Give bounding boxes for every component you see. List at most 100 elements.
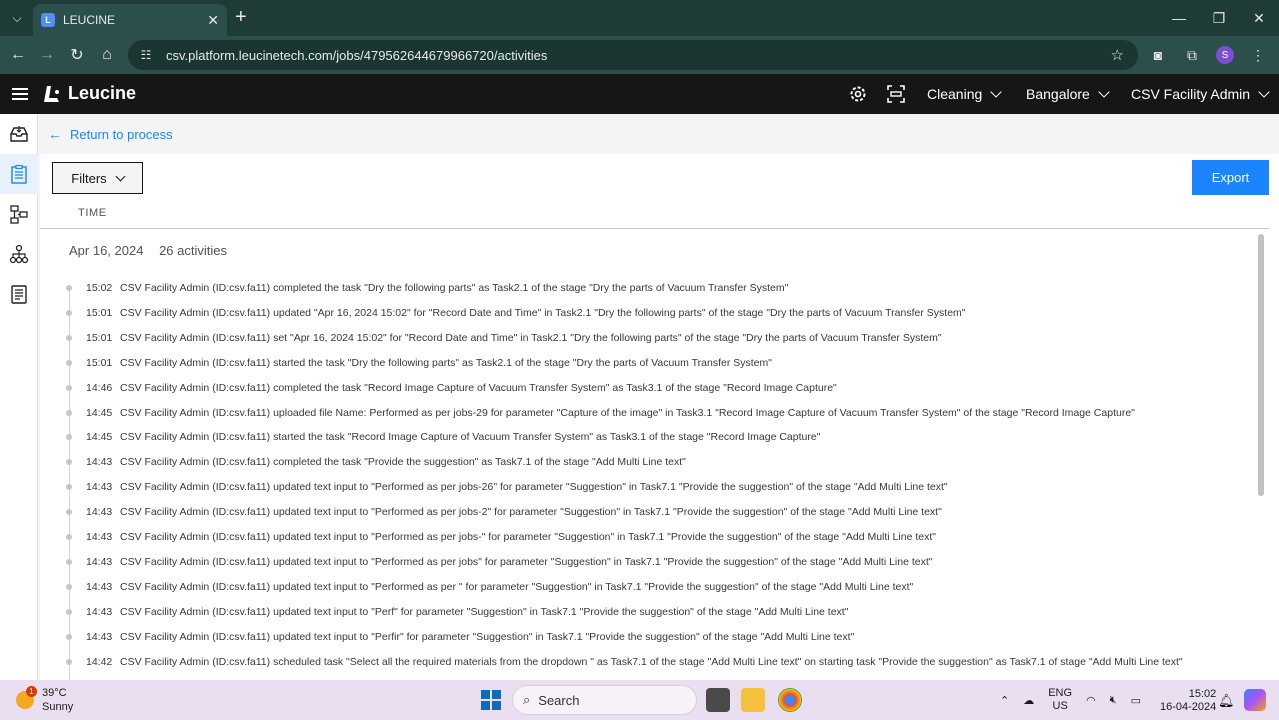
filters-button[interactable]: Filters	[52, 162, 143, 194]
activity-count: 26 activities	[159, 243, 227, 258]
timeline-dot	[66, 434, 72, 441]
timeline-dot	[66, 509, 72, 516]
chevron-down-icon	[1258, 86, 1270, 98]
home-icon[interactable]: ⌂	[97, 45, 117, 65]
system-tray: ⌃ ☁ ENG US ◠ 🔇︎ ▭	[1000, 686, 1141, 714]
timeline-dot	[66, 309, 72, 316]
minimize-icon[interactable]: —	[1159, 0, 1199, 36]
activity-row: 14:43 CSV Facility Admin (ID:csv.fa11) co…	[66, 452, 686, 472]
browser-toolbar: ← → ↻ ⌂ ☷ csv.platform.leucinetech.com/j…	[0, 36, 1279, 74]
task-view-app-icon[interactable]	[706, 688, 730, 712]
timeline-dot	[66, 633, 72, 640]
activity-text: CSV Facility Admin (ID:csv.fa11) complet…	[120, 381, 837, 394]
forward-arrow-icon[interactable]: →	[37, 45, 57, 65]
brand-logo[interactable]: Leucine	[42, 83, 136, 104]
activity-text: CSV Facility Admin (ID:csv.fa11) updated…	[120, 580, 914, 593]
scrollbar-thumb[interactable]	[1258, 234, 1264, 496]
chrome-app-icon[interactable]	[778, 688, 802, 712]
clock-date: 16-04-2024	[1160, 701, 1217, 713]
browser-tab-strip: ⌵ L LEUCINE ✕ + — ❐ ✕	[0, 0, 1279, 36]
activity-time: 14:43	[86, 481, 113, 494]
hamburger-menu-icon[interactable]	[12, 85, 28, 103]
user-menu[interactable]: CSV Facility Admin	[1131, 86, 1270, 102]
nav-inbox[interactable]	[0, 114, 38, 154]
restore-icon[interactable]: ❐	[1199, 0, 1239, 36]
wifi-icon[interactable]: ◠	[1086, 694, 1096, 707]
main-content: ← Return to process Filters Export TIME …	[38, 114, 1279, 680]
chevron-down-icon	[115, 171, 126, 181]
timeline-dot	[66, 459, 72, 466]
timeline-dot	[66, 484, 72, 491]
camera-icon[interactable]: ◙	[1148, 45, 1168, 65]
nav-processes[interactable]	[0, 194, 38, 234]
export-button[interactable]: Export	[1192, 160, 1269, 195]
facility-select[interactable]: Bangalore	[1026, 86, 1110, 102]
taskbar-clock[interactable]: 15:02 16-04-2024	[1160, 688, 1216, 714]
filters-label: Filters	[71, 170, 107, 186]
taskbar: 1 39°C Sunny ⌕ Search ⌃ ☁ ENG US ◠ 🔇︎ ▭ …	[0, 680, 1279, 720]
sun-icon: 1	[16, 686, 37, 709]
windows-start-icon[interactable]	[481, 690, 501, 710]
return-label: Return to process	[70, 126, 173, 142]
close-tab-icon[interactable]: ✕	[207, 12, 219, 29]
group-date: Apr 16, 2024	[69, 243, 144, 258]
new-tab-icon[interactable]: +	[235, 7, 247, 27]
tab-search-chevron-icon[interactable]: ⌵	[6, 8, 28, 28]
more-menu-icon[interactable]: ⋮	[1248, 45, 1268, 65]
activity-time: 15:01	[86, 306, 113, 319]
onedrive-cloud-icon[interactable]: ☁	[1023, 694, 1034, 707]
return-to-process-link[interactable]: ← Return to process	[48, 126, 173, 142]
copilot-icon[interactable]	[1244, 689, 1266, 711]
app-header: Leucine Cleaning Bangalore CSV Facility …	[0, 74, 1279, 114]
activity-time: 14:43	[86, 506, 113, 519]
activity-text: CSV Facility Admin (ID:csv.fa11) updated…	[120, 630, 855, 643]
activity-text: CSV Facility Admin (ID:csv.fa11) complet…	[120, 456, 686, 469]
activity-row: 15:01 CSV Facility Admin (ID:csv.fa11) st…	[66, 353, 772, 373]
volume-muted-icon[interactable]: 🔇︎	[1110, 694, 1117, 707]
window-close-icon[interactable]: ✕	[1239, 0, 1279, 36]
timeline-dot	[66, 583, 72, 590]
clock-time: 15:02	[1188, 688, 1217, 700]
nav-jobs[interactable]	[0, 154, 38, 194]
activity-text: CSV Facility Admin (ID:csv.fa11) updated…	[120, 481, 948, 494]
show-hidden-icons-chevron-icon[interactable]: ⌃	[1000, 694, 1009, 707]
activity-time: 14:42	[86, 655, 113, 668]
profile-avatar[interactable]: S	[1216, 46, 1234, 64]
extensions-icon[interactable]: ⧉	[1182, 45, 1202, 65]
notification-bell-icon[interactable]: 🔔︎	[1218, 693, 1235, 709]
scrollbar[interactable]	[1257, 234, 1265, 674]
nav-reports[interactable]	[0, 274, 38, 314]
site-info-icon[interactable]: ☷	[138, 47, 154, 63]
activity-text: CSV Facility Admin (ID:csv.fa11) started…	[120, 356, 772, 369]
timeline-dot	[66, 384, 72, 391]
timeline-dot	[66, 658, 72, 665]
activity-list[interactable]: Apr 16, 2024 26 activities 15:02 CSV Faci…	[40, 230, 1259, 680]
timeline-dot	[66, 608, 72, 615]
temperature: 39°C	[42, 687, 67, 699]
activity-time: 14:45	[86, 431, 113, 444]
file-explorer-icon[interactable]	[741, 688, 765, 712]
battery-icon[interactable]: ▭	[1131, 694, 1141, 707]
settings-gear-icon[interactable]	[848, 84, 868, 104]
scan-icon[interactable]	[886, 84, 906, 104]
weather-widget[interactable]: 1 39°C Sunny	[16, 686, 73, 714]
bookmark-star-icon[interactable]: ☆	[1111, 46, 1124, 64]
day-group-header: Apr 16, 2024 26 activities	[69, 243, 227, 258]
nav-ontology[interactable]	[0, 234, 38, 274]
arrow-left-icon: ←	[48, 126, 62, 142]
weather-condition: Sunny	[42, 701, 74, 713]
activity-text: CSV Facility Admin (ID:csv.fa11) started…	[120, 431, 821, 444]
back-arrow-icon[interactable]: ←	[8, 45, 28, 65]
language-indicator[interactable]: ENG US	[1048, 687, 1072, 713]
taskbar-search[interactable]: ⌕ Search	[512, 685, 697, 715]
address-bar[interactable]: ☷ csv.platform.leucinetech.com/jobs/4795…	[128, 40, 1138, 70]
activity-text: CSV Facility Admin (ID:csv.fa11) updated…	[120, 306, 966, 319]
activity-text: CSV Facility Admin (ID:csv.fa11) set "Ap…	[120, 331, 942, 344]
use-case-select[interactable]: Cleaning	[927, 86, 1002, 102]
activity-time: 15:02	[86, 282, 113, 294]
browser-tab[interactable]: L LEUCINE ✕	[33, 4, 227, 36]
activity-row: 14:43 CSV Facility Admin (ID:csv.fa11) up…	[66, 527, 936, 547]
report-icon	[11, 285, 27, 304]
column-time: TIME	[78, 207, 107, 219]
reload-icon[interactable]: ↻	[67, 45, 87, 65]
